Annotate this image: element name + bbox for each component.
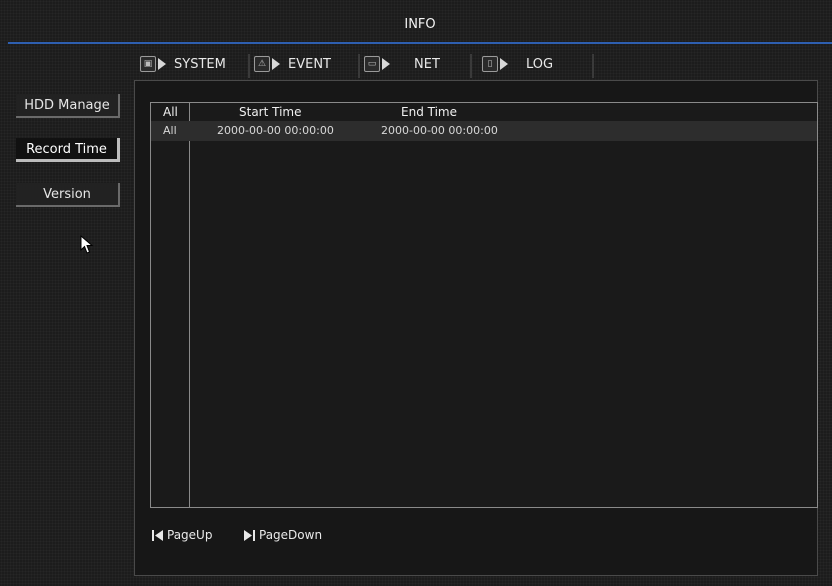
play-arrow-icon xyxy=(500,58,508,70)
event-icon: ⚠ xyxy=(254,56,270,72)
column-divider xyxy=(189,103,190,507)
tab-divider xyxy=(248,54,250,78)
sidebar-item-version[interactable]: Version xyxy=(16,183,120,207)
table-header: All Start Time End Time xyxy=(151,103,817,121)
sidebar-item-record-time[interactable]: Record Time xyxy=(16,138,120,162)
tab-label: EVENT xyxy=(288,56,331,72)
page-down-button[interactable]: PageDown xyxy=(244,528,322,542)
row-channel: All xyxy=(163,124,177,137)
column-header-end-time: End Time xyxy=(401,105,457,119)
page-up-label: PageUp xyxy=(167,528,213,542)
page-up-button[interactable]: PageUp xyxy=(152,528,212,542)
tab-event[interactable]: ⚠ EVENT xyxy=(254,52,331,76)
tab-label: LOG xyxy=(526,56,554,72)
play-arrow-icon xyxy=(272,58,280,70)
system-icon: ▣ xyxy=(140,56,156,72)
net-icon: ▭ xyxy=(364,56,380,72)
column-header-start-time: Start Time xyxy=(239,105,302,119)
page-down-label: PageDown xyxy=(259,528,323,542)
row-end-time: 2000-00-00 00:00:00 xyxy=(381,124,498,137)
tab-divider xyxy=(358,54,360,78)
skip-forward-icon xyxy=(244,529,255,541)
log-icon: ▯ xyxy=(482,56,498,72)
play-arrow-icon xyxy=(158,58,166,70)
tab-log[interactable]: ▯ LOG xyxy=(482,52,553,76)
record-time-table: All Start Time End Time All 2000-00-00 0… xyxy=(150,102,818,508)
tab-label: SYSTEM xyxy=(174,56,226,72)
row-start-time: 2000-00-00 00:00:00 xyxy=(217,124,334,137)
column-header-all[interactable]: All xyxy=(163,103,178,121)
tab-divider xyxy=(592,54,594,78)
skip-back-icon xyxy=(152,529,163,541)
tab-divider xyxy=(470,54,472,78)
tab-label: NET xyxy=(414,56,440,72)
table-row[interactable]: All 2000-00-00 00:00:00 2000-00-00 00:00… xyxy=(151,121,817,141)
tab-net[interactable]: ▭ NET xyxy=(364,52,440,76)
mouse-cursor-icon xyxy=(80,235,94,254)
sidebar: HDD Manage Record Time Version xyxy=(0,0,140,586)
tab-system[interactable]: ▣ SYSTEM xyxy=(140,52,226,76)
play-arrow-icon xyxy=(382,58,390,70)
sidebar-item-hdd-manage[interactable]: HDD Manage xyxy=(16,94,120,118)
